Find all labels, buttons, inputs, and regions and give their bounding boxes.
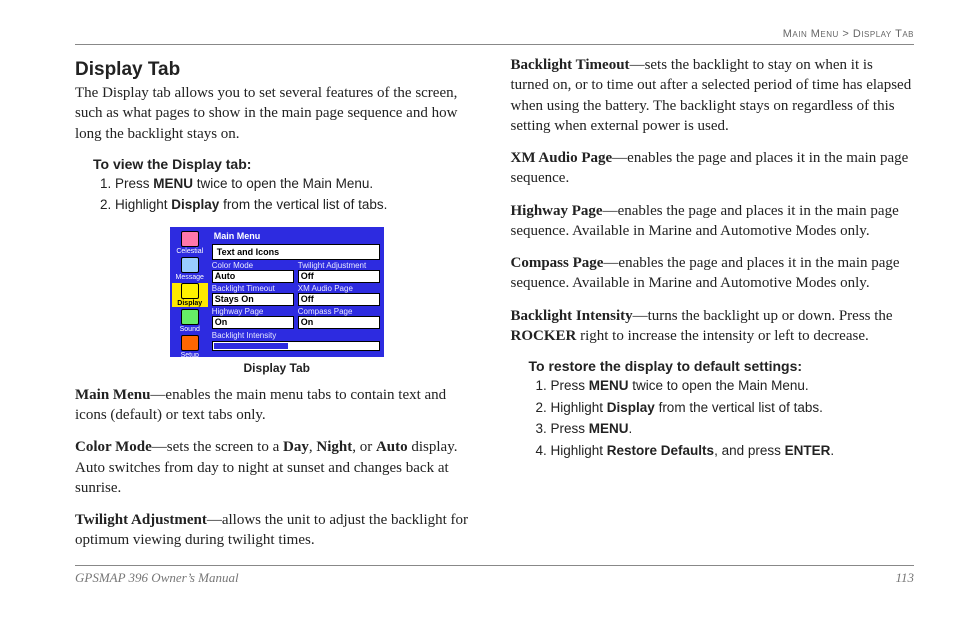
list-item: Press MENU twice to open the Main Menu. xyxy=(115,174,479,194)
procedure-view-title: To view the Display tab: xyxy=(93,156,479,172)
item-compass: Compass Page—enables the page and places… xyxy=(511,253,915,294)
device-panel: Text and Icons xyxy=(212,244,380,260)
sidebar-tab-setup: Setup xyxy=(172,335,208,359)
device-rows: Color ModeAutoTwilight AdjustmentOff Bac… xyxy=(210,261,382,355)
footer-title: GPSMAP 396 Owner’s Manual xyxy=(75,570,239,586)
item-colormode: Color Mode—sets the screen to a Day, Nig… xyxy=(75,437,479,498)
procedure-restore-title: To restore the display to default settin… xyxy=(529,358,915,374)
setup-icon xyxy=(181,335,199,351)
intro-paragraph: The Display tab allows you to set severa… xyxy=(75,83,479,144)
divider-top xyxy=(75,44,914,45)
figure-display-tab: Celestial Message Display Sound Setup Ma… xyxy=(75,227,479,375)
device-title: Main Menu xyxy=(210,229,382,243)
procedure-restore-steps: Press MENU twice to open the Main Menu. … xyxy=(533,376,915,460)
device-sidebar: Celestial Message Display Sound Setup xyxy=(172,229,208,355)
breadcrumb-right: Display Tab xyxy=(853,28,914,40)
content-columns: Display Tab The Display tab allows you t… xyxy=(75,55,914,556)
list-item: Highlight Restore Defaults, and press EN… xyxy=(551,441,915,461)
page-title: Display Tab xyxy=(75,59,479,81)
message-icon xyxy=(181,257,199,273)
item-timeout: Backlight Timeout—sets the backlight to … xyxy=(511,55,915,136)
page-footer: GPSMAP 396 Owner’s Manual 113 xyxy=(75,565,914,586)
sidebar-tab-celestial: Celestial xyxy=(172,231,208,255)
list-item: Press MENU. xyxy=(551,419,915,439)
sidebar-tab-message: Message xyxy=(172,257,208,281)
device-main: Main Menu Text and Icons Color ModeAutoT… xyxy=(210,229,382,355)
breadcrumb-sep: > xyxy=(839,28,853,40)
sidebar-tab-sound: Sound xyxy=(172,309,208,333)
item-xm: XM Audio Page—enables the page and place… xyxy=(511,148,915,189)
item-twilight: Twilight Adjustment—allows the unit to a… xyxy=(75,510,479,551)
item-intensity: Backlight Intensity—turns the backlight … xyxy=(511,306,915,347)
list-item: Highlight Display from the vertical list… xyxy=(115,195,479,215)
display-icon xyxy=(181,283,199,299)
manual-page: Main Menu > Display Tab Display Tab The … xyxy=(0,0,954,618)
list-item: Highlight Display from the vertical list… xyxy=(551,398,915,418)
breadcrumb-left: Main Menu xyxy=(783,28,839,40)
sidebar-tab-display: Display xyxy=(172,283,208,307)
breadcrumb: Main Menu > Display Tab xyxy=(783,28,914,40)
procedure-view-steps: Press MENU twice to open the Main Menu. … xyxy=(97,174,479,215)
list-item: Press MENU twice to open the Main Menu. xyxy=(551,376,915,396)
sound-icon xyxy=(181,309,199,325)
device-screenshot: Celestial Message Display Sound Setup Ma… xyxy=(170,227,384,357)
page-number: 113 xyxy=(895,570,914,586)
figure-caption: Display Tab xyxy=(75,361,479,375)
intensity-slider-icon xyxy=(212,341,380,351)
item-highway: Highway Page—enables the page and places… xyxy=(511,201,915,242)
item-mainmenu: Main Menu—enables the main menu tabs to … xyxy=(75,385,479,426)
celestial-icon xyxy=(181,231,199,247)
